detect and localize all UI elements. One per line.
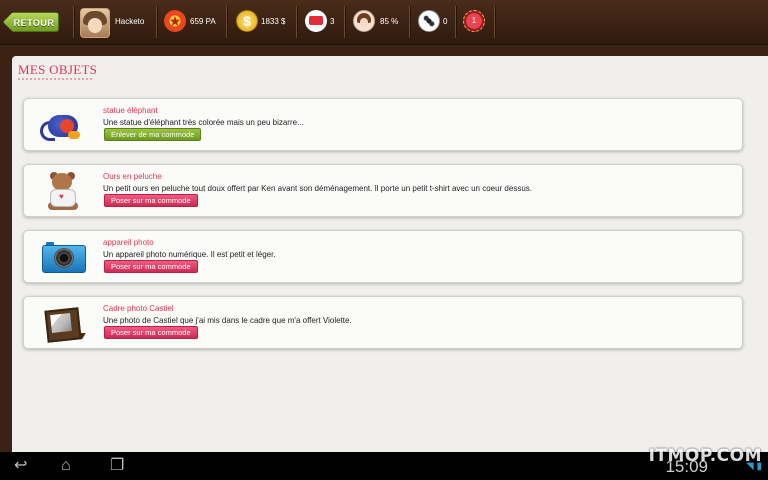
item-description: Un petit ours en peluche tout doux offer…	[103, 184, 532, 193]
item-description: Une statue d'éléphant très colorée mais …	[103, 118, 304, 127]
item-name: appareil photo	[103, 238, 154, 247]
item-card: Cadre photo Castiel Une photo de Castiel…	[23, 296, 743, 349]
video-reel-icon[interactable]	[418, 10, 440, 32]
money-value: 1833 $	[261, 17, 286, 26]
recent-apps-icon[interactable]: ❐	[110, 458, 124, 474]
avatar[interactable]	[80, 8, 110, 38]
item-card: ♥ Ours en peluche Un petit ours en peluc…	[23, 164, 743, 217]
divider	[73, 6, 74, 38]
notification-badge[interactable]: 1	[463, 10, 485, 32]
photo-frame-icon	[38, 303, 88, 343]
back-arrow-icon[interactable]: ↩	[14, 458, 27, 474]
place-on-dresser-button[interactable]: Poser sur ma commode	[104, 326, 198, 339]
item-name: statue éléphant	[103, 106, 158, 115]
top-bar: RETOUR Hacketo 659 PA 1833 $ 3 85 % 0 1	[0, 0, 768, 45]
username-label: Hacketo	[115, 17, 145, 26]
home-icon[interactable]: ⌂	[61, 458, 71, 474]
divider	[226, 6, 227, 38]
item-name: Ours en peluche	[103, 172, 162, 181]
item-name: Cadre photo Castiel	[103, 304, 174, 313]
camera-lens	[54, 248, 74, 268]
place-on-dresser-button[interactable]: Poser sur ma commode	[104, 260, 198, 273]
action-points-icon[interactable]	[164, 10, 186, 32]
avatar-face	[88, 18, 102, 33]
title-underline	[18, 78, 92, 80]
watermark: ITMOP.COM	[648, 446, 762, 466]
frame-photo	[50, 313, 72, 333]
teddy-bear-icon: ♥	[38, 171, 88, 211]
remove-from-dresser-button[interactable]: Enlever de ma commode	[104, 128, 202, 141]
messages-icon[interactable]	[305, 10, 327, 32]
videos-count: 0	[443, 17, 448, 26]
divider	[409, 6, 410, 38]
item-description: Une photo de Castiel que j'ai mis dans l…	[103, 316, 352, 325]
heart-icon: ♥	[59, 192, 64, 201]
back-button[interactable]: RETOUR	[3, 12, 59, 32]
divider	[494, 6, 495, 38]
place-on-dresser-button[interactable]: Poser sur ma commode	[104, 194, 198, 207]
page-title: MES OBJETS	[18, 62, 98, 77]
love-meter-value: 85 %	[380, 17, 399, 26]
item-card: statue éléphant Une statue d'éléphant tr…	[23, 98, 743, 151]
item-card: appareil photo Un appareil photo numériq…	[23, 230, 743, 283]
action-points-value: 659 PA	[190, 17, 216, 26]
love-meter-icon[interactable]	[353, 10, 375, 32]
divider	[344, 6, 345, 38]
divider	[156, 6, 157, 38]
messages-count: 3	[330, 17, 335, 26]
divider	[296, 6, 297, 38]
elephant-statue-icon	[38, 105, 88, 145]
elephant-foot	[68, 131, 80, 139]
money-icon[interactable]	[236, 10, 258, 32]
divider	[455, 6, 456, 38]
item-description: Un appareil photo numérique. Il est peti…	[103, 250, 276, 259]
camera-icon	[38, 237, 88, 277]
